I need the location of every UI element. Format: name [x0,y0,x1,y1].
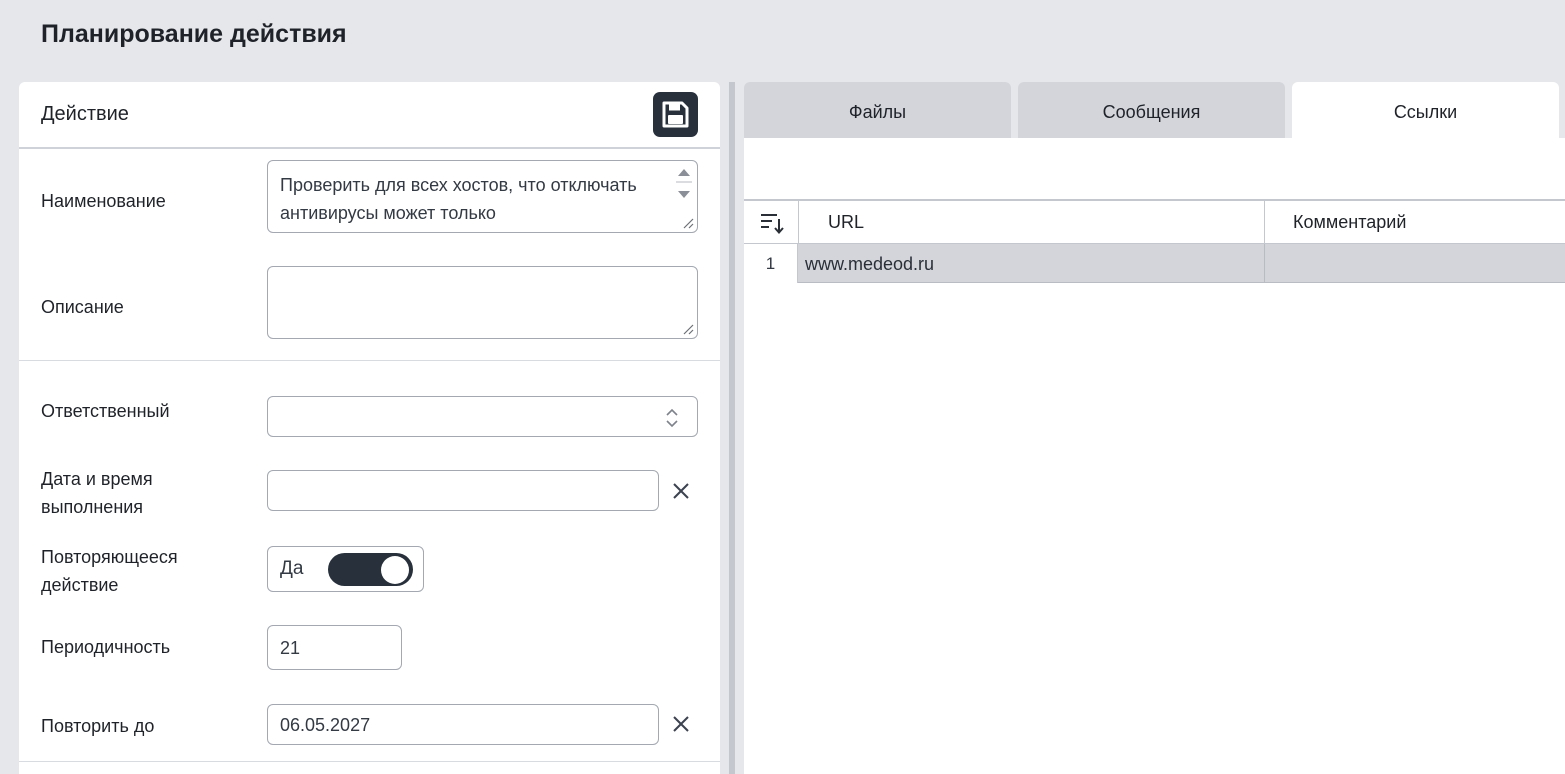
name-textarea-value: Проверить для всех хостов, что отключать… [280,175,637,223]
recurring-toggle-text: Да [280,558,304,579]
sort-icon[interactable] [759,211,785,235]
repeat-until-label: Повторить до [41,716,155,736]
responsible-select[interactable] [267,396,698,437]
tab-files[interactable]: Файлы [744,82,1011,138]
tab-messages[interactable]: Сообщения [1018,82,1285,138]
panel-splitter[interactable] [729,82,735,774]
datetime-label-line1: Дата и время [41,469,153,489]
action-panel-title: Действие [41,103,129,125]
action-panel-header: Действие [19,82,720,149]
name-textarea[interactable]: Проверить для всех хостов, что отключать… [267,160,698,233]
column-separator [798,201,799,243]
recurring-toggle-field: Да [267,546,424,592]
clear-datetime-icon[interactable] [671,481,691,501]
period-input[interactable]: 21 [267,625,402,670]
links-grid-header: URL Комментарий [744,199,1565,244]
table-row[interactable]: 1 www.medeod.ru [744,244,1565,283]
repeat-until-value: 06.05.2027 [280,715,371,735]
toggle-knob [381,556,409,584]
floppy-disk-icon [662,101,689,128]
resize-grip-icon[interactable] [682,323,694,335]
responsible-label: Ответственный [41,401,170,421]
save-button[interactable] [653,92,698,137]
recurring-label: Повторяющееся действие [41,543,178,599]
clear-repeat-until-icon[interactable] [671,714,691,734]
row-number: 1 [744,244,798,283]
links-panel: URL Комментарий 1 www.medeod.ru [744,138,1565,774]
section-divider [19,761,720,762]
section-divider [19,360,720,361]
name-label: Наименование [41,191,166,211]
period-label: Периодичность [41,637,171,657]
repeat-until-input[interactable]: 06.05.2027 [267,704,659,745]
column-header-comment[interactable]: Комментарий [1293,212,1406,233]
description-label: Описание [41,297,124,317]
column-separator [1264,244,1265,282]
recurring-toggle[interactable] [328,553,413,586]
scroll-down-icon[interactable] [671,185,697,205]
page-title: Планирование действия [41,20,347,48]
recurring-label-line2: действие [41,575,119,595]
column-separator [1264,201,1265,243]
scroll-up-icon[interactable] [671,163,697,183]
column-header-url[interactable]: URL [828,212,864,233]
action-panel: Действие Наименование Проверить для всех… [19,82,720,774]
cell-url[interactable]: www.medeod.ru [805,244,934,283]
period-value: 21 [280,638,301,658]
resize-grip-icon[interactable] [682,217,694,229]
recurring-label-line1: Повторяющееся [41,547,178,567]
datetime-label-line2: выполнения [41,497,144,517]
datetime-input[interactable] [267,470,659,511]
description-textarea[interactable] [267,266,698,339]
tab-links[interactable]: Ссылки [1292,82,1559,138]
datetime-label: Дата и время выполнения [41,465,153,521]
description-textarea-value [280,277,670,333]
chevron-up-down-icon [666,408,678,428]
